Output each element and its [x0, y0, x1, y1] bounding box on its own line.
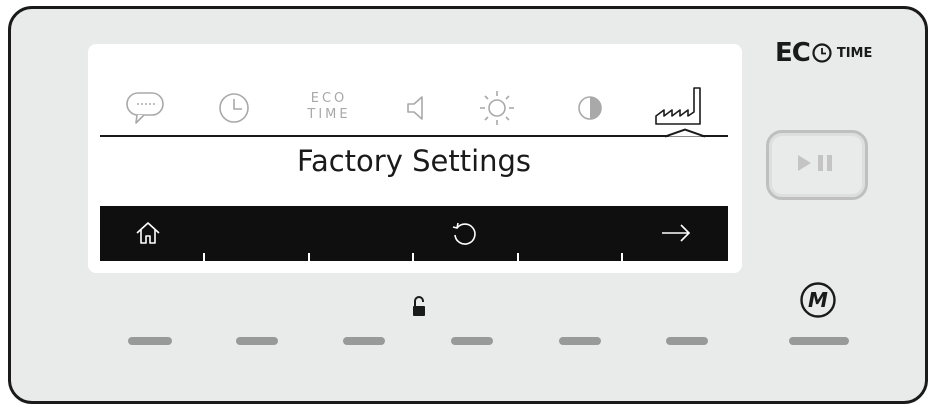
logo-eco-text: EC — [775, 38, 811, 68]
eco-time-icon[interactable]: ECO TIME — [299, 91, 359, 123]
contrast-icon[interactable] — [570, 88, 610, 128]
home-icon — [134, 220, 162, 250]
nav-divider-tick — [517, 253, 519, 261]
nav-divider-tick — [203, 253, 205, 261]
factory-icon[interactable] — [652, 84, 706, 130]
eco-time-logo: EC TIME — [775, 38, 872, 68]
speaker-icon[interactable] — [397, 88, 437, 128]
touch-key-4[interactable] — [451, 337, 493, 345]
next-button[interactable] — [654, 218, 698, 252]
arrow-right-icon — [660, 223, 692, 247]
unlocked-padlock-icon — [411, 295, 427, 319]
reset-button[interactable] — [442, 218, 486, 252]
sun-icon[interactable] — [477, 88, 517, 128]
mode-key[interactable] — [789, 337, 849, 345]
menu-divider — [100, 135, 728, 137]
mode-label: M — [808, 288, 828, 312]
page-title: Factory Settings — [296, 144, 532, 178]
m-icon: M — [800, 282, 836, 318]
logo-clock-icon — [812, 43, 832, 63]
mode-button[interactable]: M — [799, 281, 837, 319]
touch-key-5[interactable] — [559, 337, 601, 345]
selection-notch — [665, 128, 705, 138]
touch-key-2[interactable] — [236, 337, 278, 345]
clock-icon[interactable] — [214, 88, 254, 128]
play-pause-button[interactable] — [766, 130, 868, 200]
logo-time-text: TIME — [836, 45, 873, 61]
home-button[interactable] — [126, 218, 170, 252]
play-pause-icon — [794, 152, 840, 178]
navigation-bar — [100, 206, 728, 261]
reset-icon — [450, 219, 478, 251]
nav-divider-tick — [308, 253, 310, 261]
eco-label: ECO — [310, 91, 348, 106]
touch-key-3[interactable] — [343, 337, 385, 345]
time-label: TIME — [307, 107, 351, 122]
nav-divider-tick — [412, 253, 414, 261]
speech-bubble-icon[interactable] — [125, 88, 165, 128]
nav-divider-tick — [621, 253, 623, 261]
touch-key-6[interactable] — [666, 337, 708, 345]
touch-key-1[interactable] — [128, 337, 172, 345]
